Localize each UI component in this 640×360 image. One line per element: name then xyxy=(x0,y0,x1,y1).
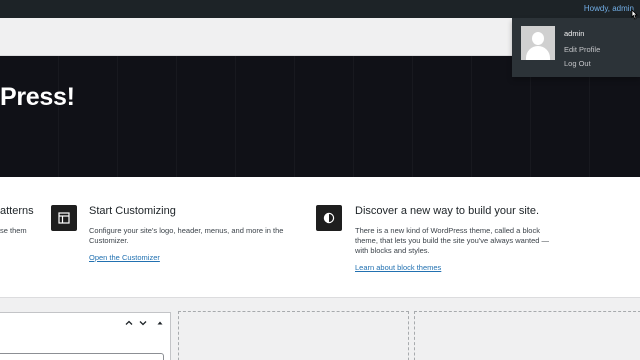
dashboard-page: Howdy, admin Press! admin Edit Profile L… xyxy=(0,0,640,360)
toggle-panel-icon[interactable] xyxy=(155,318,165,328)
start-customizing-title: Start Customizing xyxy=(89,205,176,217)
widget-drop-zone[interactable] xyxy=(178,311,409,360)
patterns-column-desc: se them xyxy=(0,226,27,235)
welcome-title: Press! xyxy=(0,83,75,111)
widget-text-input[interactable] xyxy=(0,353,164,360)
user-display-name[interactable]: admin xyxy=(564,29,584,38)
move-down-icon[interactable] xyxy=(138,318,148,328)
block-themes-title: Discover a new way to build your site. xyxy=(355,205,540,217)
welcome-panel-content: atterns se them Start Customizing Config… xyxy=(0,177,640,298)
avatar[interactable] xyxy=(521,26,555,60)
contrast-icon xyxy=(316,205,342,231)
avatar-head xyxy=(532,32,544,45)
open-customizer-link[interactable]: Open the Customizer xyxy=(89,253,160,262)
block-themes-desc-line-2: theme, that lets you build the site you'… xyxy=(355,236,550,245)
howdy-account-link[interactable]: Howdy, admin xyxy=(584,4,634,13)
mouse-cursor-icon xyxy=(631,9,638,20)
learn-block-themes-link[interactable]: Learn about block themes xyxy=(355,263,441,272)
widget-drop-zone[interactable] xyxy=(414,311,640,360)
admin-bar: Howdy, admin xyxy=(0,0,640,18)
patterns-column-title: atterns xyxy=(0,205,34,217)
user-account-dropdown: admin Edit Profile Log Out xyxy=(512,18,640,77)
block-themes-desc-line-3: with blocks and styles. xyxy=(355,246,430,255)
avatar-body xyxy=(526,46,550,60)
dashboard-widget xyxy=(0,312,171,360)
log-out-link[interactable]: Log Out xyxy=(564,59,591,68)
customize-desc-line-2: Customizer. xyxy=(89,236,129,245)
block-themes-desc-line-1: There is a new kind of WordPress theme, … xyxy=(355,226,540,235)
customize-desc-line-1: Configure your site's logo, header, menu… xyxy=(89,226,284,235)
layout-icon xyxy=(51,205,77,231)
move-up-icon[interactable] xyxy=(124,318,134,328)
edit-profile-link[interactable]: Edit Profile xyxy=(564,45,600,54)
